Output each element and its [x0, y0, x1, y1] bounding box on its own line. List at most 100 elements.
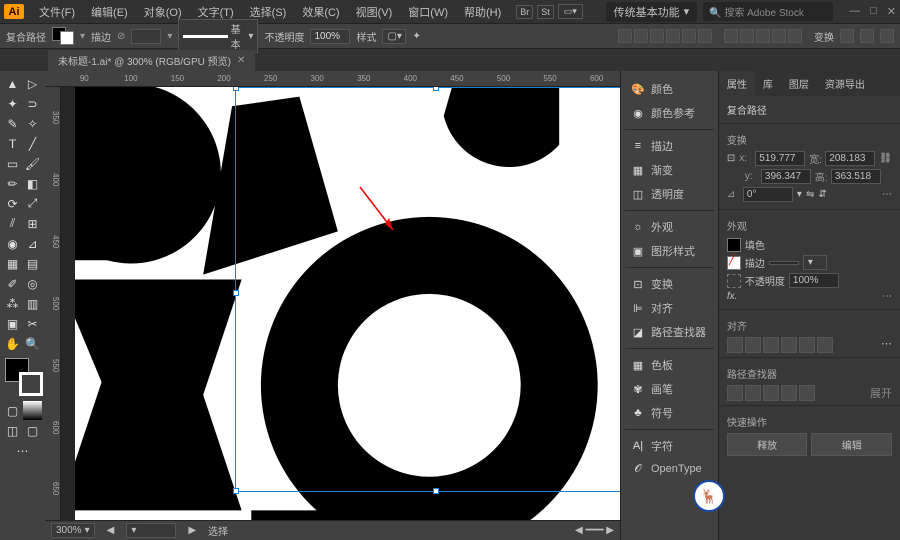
align-left-icon[interactable] — [727, 337, 743, 353]
artboard-tool[interactable]: ▣ — [3, 314, 22, 333]
selection-tool[interactable]: ▲ — [3, 74, 22, 93]
line-tool[interactable]: ╱ — [23, 134, 42, 153]
type-tool[interactable]: T — [3, 134, 22, 153]
align-pixel-icon[interactable]: ✦ — [412, 31, 420, 42]
minimize-button[interactable]: — — [849, 5, 860, 18]
w-input[interactable]: 208.183 — [825, 151, 875, 166]
h-input[interactable]: 363.518 — [831, 169, 881, 184]
nav-prev-icon[interactable]: ◀ — [107, 525, 115, 536]
panel-graphic-styles[interactable]: ▣图形样式 — [625, 239, 714, 263]
align-vc-icon[interactable] — [799, 337, 815, 353]
panel-character[interactable]: A|字符 — [625, 434, 714, 458]
more-options-icon[interactable]: ⋯ — [881, 337, 892, 353]
edit-toolbar-button[interactable]: ⋯ — [3, 441, 42, 460]
y-input[interactable]: 396.347 — [761, 169, 811, 184]
transform-icon[interactable] — [840, 29, 854, 43]
panel-symbols[interactable]: ♣符号 — [625, 401, 714, 425]
workspace-switcher[interactable]: 传统基本功能 ▾ — [606, 2, 698, 22]
tab-properties[interactable]: 属性 — [719, 71, 755, 96]
opacity-input2[interactable]: 100% — [789, 273, 839, 288]
graph-tool[interactable]: ▥ — [23, 294, 42, 313]
blend-tool[interactable]: ◎ — [23, 274, 42, 293]
align-hc-icon[interactable] — [745, 337, 761, 353]
menu-st-icon[interactable]: St — [537, 5, 554, 19]
exclude-icon[interactable] — [781, 385, 797, 401]
panel-color-guide[interactable]: ◉颜色参考 — [625, 101, 714, 125]
fill-stroke-swatch[interactable] — [52, 27, 74, 45]
rotate-tool[interactable]: ⟳ — [3, 194, 22, 213]
pen-tool[interactable]: ✎ — [3, 114, 22, 133]
panel-brushes[interactable]: ✾画笔 — [625, 377, 714, 401]
menu-edit[interactable]: 编辑(E) — [84, 1, 135, 23]
shaper-tool[interactable]: ✏ — [3, 174, 22, 193]
transform-label[interactable]: 变换 — [814, 29, 834, 44]
color-mode-icon[interactable]: ▢ — [3, 401, 22, 420]
menu-help[interactable]: 帮助(H) — [457, 1, 508, 23]
tab-libraries[interactable]: 库 — [755, 71, 781, 96]
canvas[interactable] — [61, 87, 620, 520]
mesh-tool[interactable]: ▦ — [3, 254, 22, 273]
align-icon[interactable] — [634, 29, 648, 43]
zoom-tool[interactable]: 🔍 — [23, 334, 42, 353]
opacity-input[interactable] — [310, 29, 350, 44]
nav-next-icon[interactable]: ▶ — [188, 525, 196, 536]
tab-asset-export[interactable]: 资源导出 — [817, 71, 873, 96]
free-transform-tool[interactable]: ⊞ — [23, 214, 42, 233]
menu-file[interactable]: 文件(F) — [32, 1, 82, 23]
edit-button[interactable]: 编辑 — [811, 433, 892, 456]
panel-opentype[interactable]: 𝒪OpenType — [625, 458, 714, 480]
align-bottom-icon[interactable] — [817, 337, 833, 353]
transform-icon[interactable] — [860, 29, 874, 43]
panel-pathfinder[interactable]: ◪路径查找器 — [625, 320, 714, 344]
menu-window[interactable]: 窗口(W) — [401, 1, 455, 23]
magic-wand-tool[interactable]: ✦ — [3, 94, 22, 113]
gradient-tool[interactable]: ▤ — [23, 254, 42, 273]
fill-swatch[interactable] — [727, 238, 741, 252]
graphic-style-dd[interactable]: ▢▾ — [382, 29, 406, 44]
stroke-weight-input[interactable] — [131, 29, 161, 44]
release-button[interactable]: 释放 — [727, 433, 808, 456]
hand-tool[interactable]: ✋ — [3, 334, 22, 353]
unite-icon[interactable] — [727, 385, 743, 401]
scrollbar-h[interactable]: ◀ ━━━ ▶ — [575, 525, 614, 536]
more-options-icon[interactable]: ⋯ — [882, 291, 892, 302]
expand-button[interactable]: 展开 — [870, 385, 892, 401]
menu-arrange-icon[interactable]: ▭▾ — [558, 4, 583, 19]
selection-bounding-box[interactable] — [235, 87, 620, 492]
close-button[interactable]: ✕ — [887, 5, 896, 18]
angle-input[interactable]: 0° — [743, 187, 793, 202]
fill-stroke-indicator[interactable] — [5, 358, 43, 396]
lasso-tool[interactable]: ⊃ — [23, 94, 42, 113]
align-icon[interactable] — [788, 29, 802, 43]
eyedropper-tool[interactable]: ✐ — [3, 274, 22, 293]
draw-mode-icon[interactable]: ◫ — [3, 421, 22, 440]
panel-appearance[interactable]: ☼外观 — [625, 215, 714, 239]
transform-icon[interactable] — [880, 29, 894, 43]
scale-tool[interactable]: ⤢ — [23, 194, 42, 213]
align-top-icon[interactable] — [781, 337, 797, 353]
x-input[interactable]: 519.777 — [755, 151, 805, 166]
slice-tool[interactable]: ✂ — [23, 314, 42, 333]
panel-transparency[interactable]: ◫透明度 — [625, 182, 714, 206]
align-icon[interactable] — [740, 29, 754, 43]
align-icon[interactable] — [618, 29, 632, 43]
panel-gradient[interactable]: ▦渐变 — [625, 158, 714, 182]
shape-builder-tool[interactable]: ◉ — [3, 234, 22, 253]
symbol-sprayer-tool[interactable]: ⁂ — [3, 294, 22, 313]
tab-close-icon[interactable]: ✕ — [237, 55, 245, 66]
stroke-weight-input2[interactable] — [769, 261, 799, 265]
align-icon[interactable] — [666, 29, 680, 43]
eraser-tool[interactable]: ◧ — [23, 174, 42, 193]
opacity-label[interactable]: 不透明度 — [264, 29, 304, 44]
opacity-swatch[interactable] — [727, 274, 741, 288]
perspective-tool[interactable]: ⊿ — [23, 234, 42, 253]
panel-transform[interactable]: ⊡变换 — [625, 272, 714, 296]
link-icon[interactable]: ⛓ — [879, 153, 892, 164]
align-icon[interactable] — [698, 29, 712, 43]
panel-color[interactable]: 🎨颜色 — [625, 77, 714, 101]
menu-view[interactable]: 视图(V) — [349, 1, 400, 23]
stock-search[interactable]: 🔍 搜索 Adobe Stock — [703, 2, 833, 21]
maximize-button[interactable]: □ — [870, 5, 877, 18]
align-right-icon[interactable] — [763, 337, 779, 353]
align-icon[interactable] — [724, 29, 738, 43]
